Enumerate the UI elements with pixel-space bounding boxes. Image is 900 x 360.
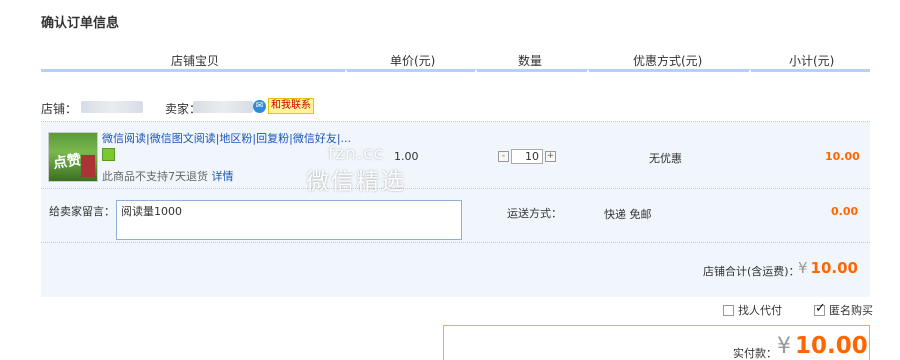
order-table-header: 店铺宝贝 单价(元) 数量 优惠方式(元) 小计(元) [41,44,870,73]
order-item-section: 点赞 微信阅读|微信图文阅读|地区粉|回复粉|微信好友|... 此商品不支持7天… [41,121,870,297]
thumbnail-text: 点赞 [52,152,83,172]
shipping-label: 运送方式： [507,207,562,220]
chat-icon: ✉ [253,99,266,113]
shop-total: ¥10.00 [798,259,858,277]
return-policy-detail-link[interactable]: 详情 [212,170,234,183]
column-header-item: 店铺宝贝 [171,54,220,68]
column-divider [749,70,751,73]
proxy-pay-option[interactable]: 找人代付 [723,302,782,318]
shop-name-redacted [81,101,143,113]
shop-total-currency: ¥ [798,259,808,277]
discount-method: 无优惠 [649,152,682,165]
payment-label: 实付款： [733,347,777,360]
proxy-pay-checkbox[interactable] [723,304,734,316]
quantity-increase-button[interactable]: + [545,151,556,162]
proxy-pay-label: 找人代付 [738,304,782,317]
shop-label: 店铺： [41,102,78,116]
item-thumbnail[interactable]: 点赞 [48,132,98,182]
anonymous-purchase-checkbox[interactable] [814,301,826,316]
message-label: 给卖家留言： [49,205,115,218]
shipping-method: 快递 免邮 [604,208,652,221]
payment-currency: ¥ [777,334,791,359]
quantity-input[interactable]: 10 [511,149,543,164]
shipping-fee: 0.00 [831,205,859,218]
page-title: 确认订单信息 [41,16,120,31]
message-shipping-row: 给卖家留言： 阅读量1000 运送方式： 快递 免邮 0.00 [41,189,870,243]
payment-summary: 实付款： ¥10.00 [443,325,870,360]
payment-amount: 10.00 [795,333,868,359]
return-policy-text: 此商品不支持7天退货 [102,170,208,183]
return-policy-note: 此商品不支持7天退货 详情 [102,168,234,184]
shop-info-row: 店铺： 卖家： ✉ 和我联系 [41,96,870,118]
column-header-unit-price: 单价(元) [390,54,436,68]
payment-total: ¥10.00 [777,333,868,359]
column-divider [587,70,589,73]
column-header-subtotal: 小计(元) [789,54,835,68]
thumbnail-decoration [81,155,95,177]
item-service-badge-icon[interactable] [102,148,115,161]
contact-seller-button[interactable]: ✉ 和我联系 [253,97,314,115]
seller-name-redacted [193,101,253,113]
item-subtotal: 10.00 [825,150,860,163]
anonymous-purchase-option[interactable]: 匿名购买 [814,301,873,318]
column-header-quantity: 数量 [518,54,543,68]
column-header-discount: 优惠方式(元) [633,54,703,68]
unit-price: 1.00 [394,150,419,163]
seller-message-input[interactable]: 阅读量1000 [116,200,462,240]
contact-seller-label: 和我联系 [268,98,314,114]
column-divider [345,70,347,73]
shop-total-label: 店铺合计(含运费)： [703,265,800,278]
column-divider [475,70,477,73]
anonymous-purchase-label: 匿名购买 [829,304,873,317]
order-item-row: 点赞 微信阅读|微信图文阅读|地区粉|回复粉|微信好友|... 此商品不支持7天… [41,121,870,195]
quantity-stepper: - 10 + [498,149,556,164]
shop-total-amount: 10.00 [810,259,858,277]
quantity-decrease-button[interactable]: - [498,151,509,162]
